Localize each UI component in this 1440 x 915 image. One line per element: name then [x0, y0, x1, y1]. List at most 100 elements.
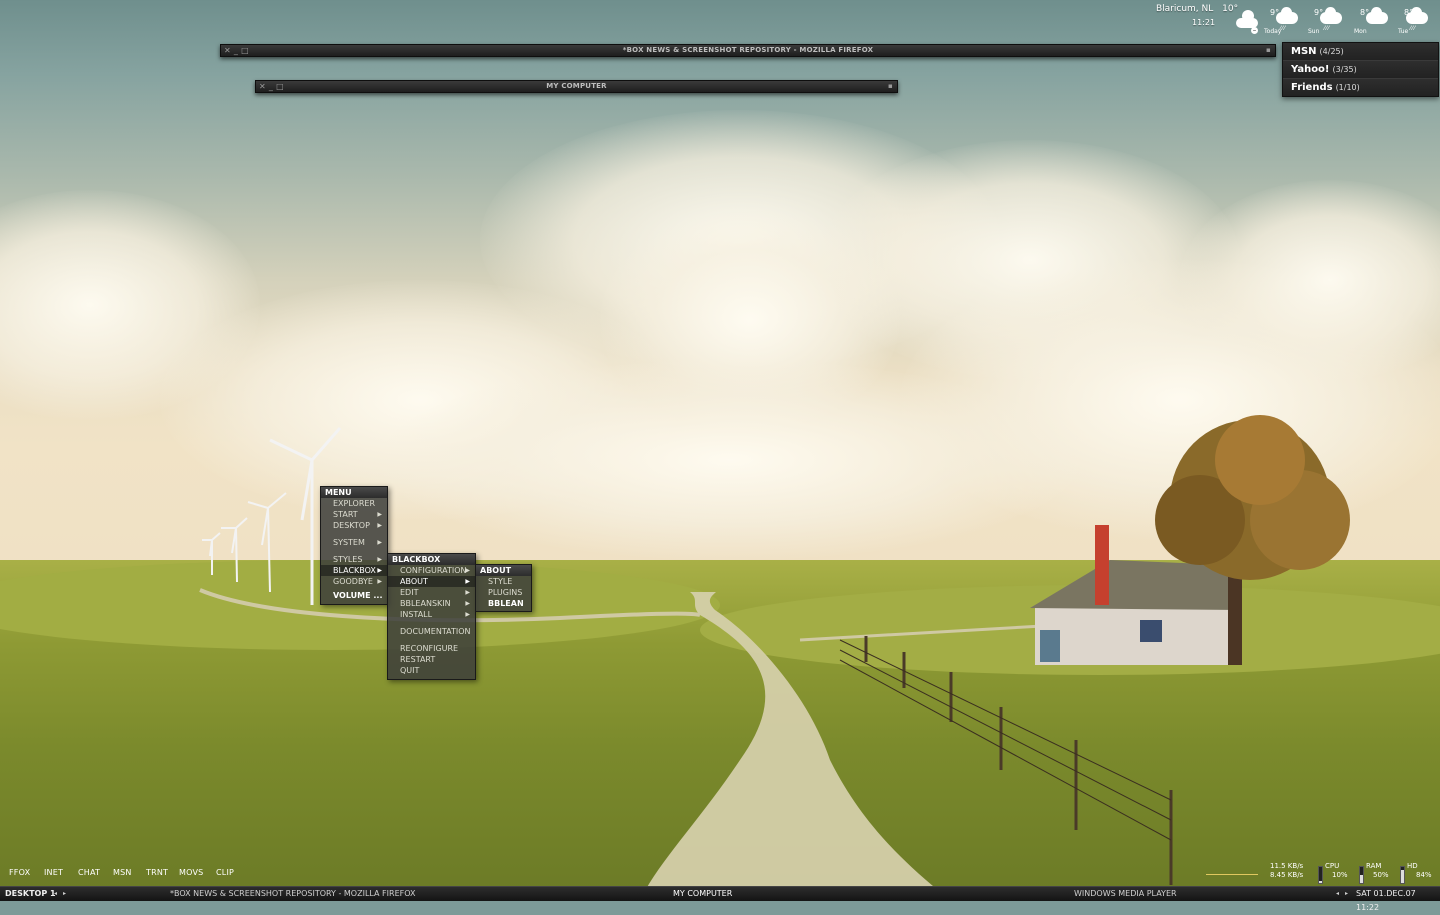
- menu-item-system[interactable]: SYSTEM ▶: [321, 537, 387, 548]
- tray-next-icon[interactable]: ▸: [1345, 887, 1348, 901]
- menu-item-desktop[interactable]: DESKTOP ▶: [321, 520, 387, 531]
- menu-item-label: START: [333, 510, 358, 519]
- menu-item-reconfigure[interactable]: RECONFIGURE: [388, 643, 475, 654]
- clock[interactable]: SAT 01.DEC.07 11:22: [1356, 887, 1440, 915]
- rain-cloud-icon: [1320, 7, 1342, 24]
- menu-item-label: BLACKBOX: [333, 566, 376, 575]
- menu-item-bblean[interactable]: BBLEAN: [476, 598, 531, 609]
- cpu-value: 10%: [1332, 871, 1348, 879]
- im-msn[interactable]: MSN (4/25): [1283, 43, 1438, 61]
- forecast-day: Tue: [1398, 28, 1409, 35]
- rain-icon: ⁄⁄⁄: [1410, 25, 1417, 32]
- submenu-arrow-icon: ▶: [377, 511, 382, 518]
- tray-prev-icon[interactable]: ◂: [1336, 887, 1339, 901]
- menu-separator: [476, 609, 531, 611]
- menu-item-bbleanskin[interactable]: BBLEANSKIN ▶: [388, 598, 475, 609]
- menu-item-label: QUIT: [400, 666, 420, 675]
- menu-item-label: INSTALL: [400, 610, 433, 619]
- desktop-next-icon[interactable]: ▸: [63, 887, 66, 901]
- submenu-arrow-icon: ▶: [465, 611, 470, 618]
- menu-item-quit[interactable]: QUIT: [388, 665, 475, 676]
- menu-item-documentation[interactable]: DOCUMENTATION: [388, 626, 475, 637]
- shade-icon[interactable]: ▪: [1266, 45, 1271, 56]
- menu-item-label: STYLE: [488, 577, 513, 586]
- im-contacts-panel: MSN (4/25) Yahoo! (3/35) Friends (1/10): [1282, 42, 1439, 97]
- forecast-today: 9° ⁄⁄⁄ Today: [1264, 7, 1304, 38]
- im-label: Yahoo!: [1291, 64, 1330, 75]
- remove-icon[interactable]: –: [1251, 27, 1258, 34]
- menu-item-label: RECONFIGURE: [400, 644, 459, 653]
- im-count: (4/25): [1319, 47, 1344, 56]
- quicklaunch-msn[interactable]: MSN: [113, 868, 132, 877]
- menu-item-volume[interactable]: VOLUME ...: [321, 590, 387, 601]
- menu-item-styles[interactable]: STYLES ▶: [321, 554, 387, 565]
- menu-item-label: STYLES: [333, 555, 363, 564]
- im-count: (3/35): [1332, 65, 1357, 74]
- window-title: MY COMPUTER: [546, 82, 607, 90]
- menu-item-label: PLUGINS: [488, 588, 523, 597]
- menu-item-configuration[interactable]: CONFIGURATION ▶: [388, 565, 475, 576]
- firefox-window-titlebar[interactable]: ✕ _ □ *BOX NEWS & SCREENSHOT REPOSITORY - …: [220, 44, 1276, 57]
- mycomputer-window-titlebar[interactable]: ✕ _ □ MY COMPUTER ▪: [255, 80, 898, 93]
- menu-separator: [388, 676, 475, 679]
- task-mycomputer[interactable]: MY COMPUTER: [673, 887, 732, 901]
- quicklaunch-chat[interactable]: CHAT: [78, 868, 100, 877]
- menu-item-install[interactable]: INSTALL ▶: [388, 609, 475, 620]
- menu-item-label: VOLUME ...: [333, 591, 383, 600]
- menu-item-edit[interactable]: EDIT ▶: [388, 587, 475, 598]
- desktop-switcher[interactable]: DESKTOP 1: [5, 887, 56, 901]
- menu-item-label: BBLEAN: [488, 599, 524, 608]
- weather-location-label: Blaricum, NL: [1156, 4, 1214, 14]
- menu-item-explorer[interactable]: EXPLORER: [321, 498, 387, 509]
- ram-meter-fill: [1360, 875, 1363, 883]
- weather-location: Blaricum, NL 10°: [1156, 4, 1238, 14]
- menu-item-about[interactable]: ABOUT ▶: [388, 576, 475, 587]
- menu-item-label: RESTART: [400, 655, 436, 664]
- menu-title: ABOUT: [476, 565, 531, 576]
- ram-meter: [1359, 866, 1364, 884]
- menu-item-plugins[interactable]: PLUGINS: [476, 587, 531, 598]
- forecast-sun: 9° ⁄⁄⁄ Sun: [1308, 7, 1348, 38]
- task-firefox[interactable]: *BOX NEWS & SCREENSHOT REPOSITORY - MOZI…: [170, 887, 416, 901]
- desktop-prev-icon[interactable]: ◂: [54, 887, 57, 901]
- shade-icon[interactable]: ▪: [888, 81, 893, 92]
- forecast-day: Mon: [1354, 28, 1367, 35]
- taskbar: DESKTOP 1 ◂ ▸ *BOX NEWS & SCREENSHOT REP…: [0, 886, 1440, 912]
- hd-label: HD: [1407, 862, 1418, 870]
- menu-item-blackbox[interactable]: BLACKBOX ▶: [321, 565, 387, 576]
- about-submenu: ABOUT STYLE PLUGINS BBLEAN: [475, 564, 532, 612]
- rain-cloud-icon: [1276, 7, 1298, 24]
- cpu-meter-fill: [1319, 881, 1322, 883]
- im-friends[interactable]: Friends (1/10): [1283, 79, 1438, 96]
- hd-meter-fill: [1401, 869, 1404, 883]
- menu-item-label: DOCUMENTATION: [400, 627, 471, 636]
- task-media-player[interactable]: WINDOWS MEDIA PLAYER: [1074, 887, 1177, 901]
- quicklaunch-trnt[interactable]: TRNT: [146, 868, 168, 877]
- forecast-day: Sun: [1308, 28, 1320, 35]
- hd-meter: [1400, 866, 1405, 884]
- submenu-arrow-icon: ▶: [465, 567, 470, 574]
- hd-value: 84%: [1416, 871, 1432, 879]
- quicklaunch-inet[interactable]: INET: [44, 868, 63, 877]
- menu-title: MENU: [321, 487, 387, 498]
- submenu-arrow-icon: ▶: [377, 578, 382, 585]
- cpu-stats: CPU 10%: [1325, 862, 1348, 880]
- menu-item-style[interactable]: STYLE: [476, 576, 531, 587]
- im-yahoo[interactable]: Yahoo! (3/35): [1283, 61, 1438, 79]
- quicklaunch-ffox[interactable]: FFOX: [9, 868, 30, 877]
- rain-cloud-icon: [1406, 7, 1428, 24]
- menu-item-goodbye[interactable]: GOODBYE ▶: [321, 576, 387, 587]
- im-label: Friends: [1291, 82, 1333, 93]
- cpu-label: CPU: [1325, 862, 1340, 870]
- submenu-arrow-icon: ▶: [465, 589, 470, 596]
- menu-item-restart[interactable]: RESTART: [388, 654, 475, 665]
- quicklaunch-movs[interactable]: MOVS: [179, 868, 203, 877]
- ram-label: RAM: [1366, 862, 1382, 870]
- submenu-arrow-icon: ▶: [377, 556, 382, 563]
- quicklaunch-clip[interactable]: CLIP: [216, 868, 234, 877]
- menu-item-label: BBLEANSKIN: [400, 599, 451, 608]
- im-count: (1/10): [1335, 83, 1360, 92]
- ram-stats: RAM 50%: [1366, 862, 1389, 880]
- submenu-arrow-icon: ▶: [465, 600, 470, 607]
- menu-item-start[interactable]: START ▶: [321, 509, 387, 520]
